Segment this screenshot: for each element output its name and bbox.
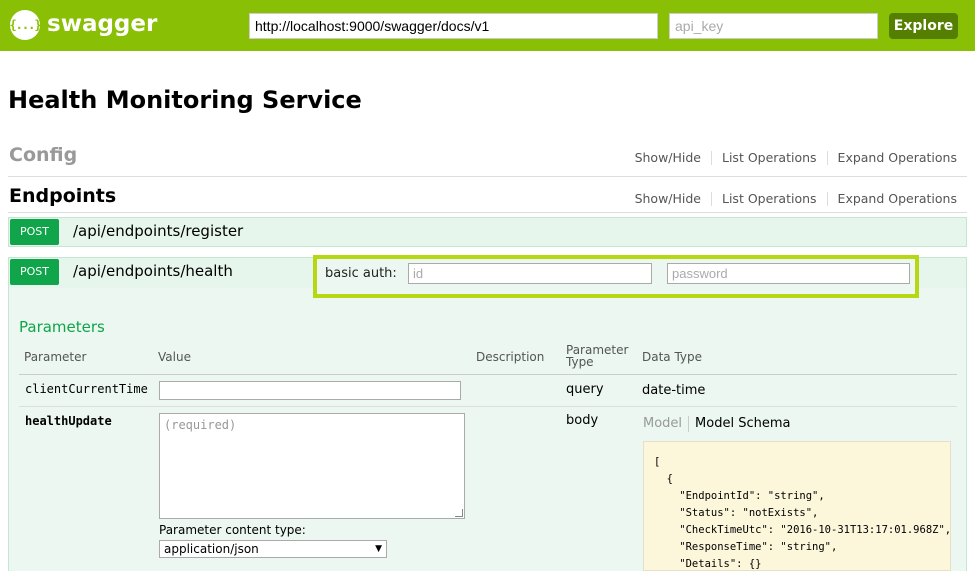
auth-password-input[interactable] (667, 263, 910, 284)
content-type-select[interactable]: application/json ▼ (159, 540, 387, 558)
spec-url-input[interactable] (249, 13, 658, 39)
show-hide-link[interactable]: Show/Hide (625, 151, 712, 165)
auth-id-input[interactable] (408, 263, 652, 284)
schema-line: [ (654, 456, 661, 468)
schema-line: "Status": "notExists", (654, 507, 819, 519)
param-name-clientCurrentTime: clientCurrentTime (25, 382, 148, 396)
dropdown-arrow-icon: ▼ (375, 544, 382, 554)
resource-links-config: Show/Hide List Operations Expand Operati… (625, 151, 957, 165)
resource-title-config[interactable]: Config (9, 144, 77, 166)
resource-divider (8, 176, 967, 177)
operation-path[interactable]: /api/endpoints/health (73, 262, 233, 280)
resource-links-endpoints: Show/Hide List Operations Expand Operati… (625, 192, 957, 206)
operation-register[interactable]: POST /api/endpoints/register (8, 217, 967, 247)
param-type: query (566, 382, 604, 397)
parameters-heading: Parameters (19, 318, 105, 336)
col-header-data-type: Data Type (642, 350, 703, 364)
top-bar: {...} swagger Explore (0, 0, 975, 51)
resource-config: Config Show/Hide List Operations Expand … (8, 142, 967, 172)
schema-line: "Details": {} (654, 558, 762, 570)
show-hide-link[interactable]: Show/Hide (625, 192, 712, 206)
textarea-resize-handle[interactable] (455, 509, 463, 517)
swagger-logo[interactable]: {...} swagger (9, 10, 158, 40)
swagger-logo-icon: {...} (9, 10, 42, 40)
col-header-parameter: Parameter (24, 350, 87, 364)
expand-operations-link[interactable]: Expand Operations (828, 192, 957, 206)
resource-endpoints: Endpoints Show/Hide List Operations Expa… (8, 183, 967, 213)
schema-line: "ResponseTime": "string", (654, 541, 838, 553)
resource-title-endpoints[interactable]: Endpoints (9, 185, 116, 207)
param-type: body (566, 413, 599, 428)
operation-path[interactable]: /api/endpoints/register (73, 222, 243, 240)
brand-name: swagger (47, 11, 158, 37)
api-key-input[interactable] (669, 13, 878, 39)
table-row-divider (19, 406, 957, 407)
clientCurrentTime-input[interactable] (159, 381, 461, 400)
content-type-value: application/json (164, 542, 259, 556)
tab-model-schema[interactable]: Model Schema (689, 416, 796, 432)
model-schema-example[interactable]: [ { "EndpointId": "string", "Status": "n… (643, 441, 951, 571)
col-header-value: Value (158, 350, 191, 364)
basic-auth-label: basic auth: (325, 266, 397, 281)
page-title: Health Monitoring Service (8, 86, 362, 114)
explore-button[interactable]: Explore (889, 13, 958, 39)
list-operations-link[interactable]: List Operations (712, 151, 828, 165)
tab-model[interactable]: Model (643, 416, 690, 432)
resource-divider (8, 212, 967, 213)
model-tabs: Model Model Schema (643, 416, 796, 432)
method-badge-post[interactable]: POST (10, 219, 59, 245)
method-badge-post[interactable]: POST (10, 259, 59, 285)
list-operations-link[interactable]: List Operations (712, 192, 828, 206)
basic-auth-panel: basic auth: (313, 255, 919, 298)
healthUpdate-body-textarea[interactable] (159, 413, 465, 519)
schema-line: { (654, 473, 673, 485)
table-header-divider (19, 374, 957, 375)
col-header-parameter-type: Parameter Type (566, 343, 629, 369)
content-type-label: Parameter content type: (159, 523, 306, 537)
param-name-healthUpdate: healthUpdate (25, 414, 112, 428)
schema-line: "EndpointId": "string", (654, 490, 825, 502)
schema-line: "CheckTimeUtc": "2016-10-31T13:17:01.968… (654, 524, 951, 536)
expand-operations-link[interactable]: Expand Operations (828, 151, 957, 165)
data-type: date-time (642, 383, 706, 398)
col-header-description: Description (476, 350, 545, 364)
